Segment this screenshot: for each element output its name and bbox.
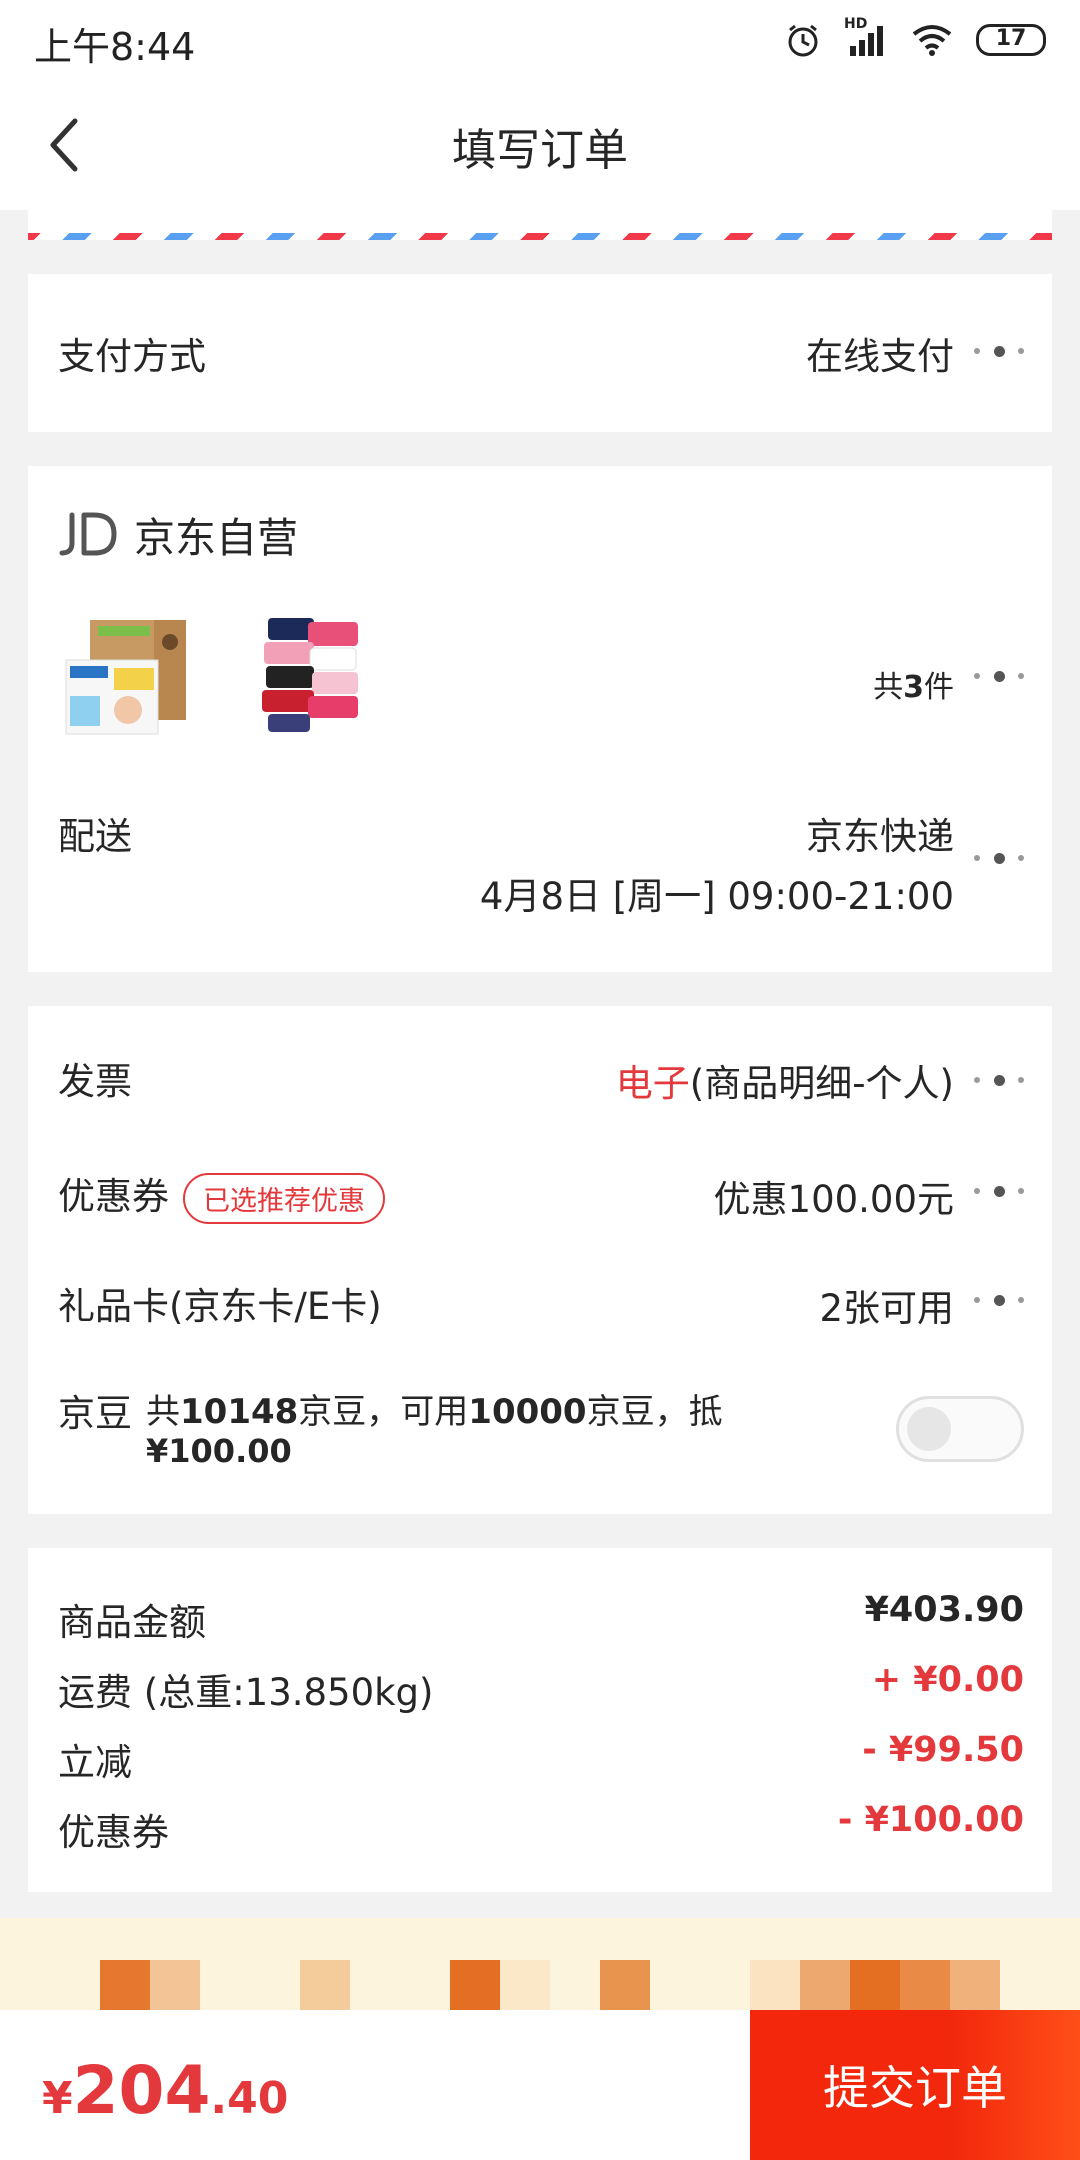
giftcard-label: 礼品卡(京东卡/E卡) bbox=[58, 1285, 382, 1328]
status-time: 上午8:44 bbox=[34, 25, 196, 69]
invoice-row[interactable]: 发票 电子(商品明细-个人) bbox=[28, 1006, 1052, 1116]
total-currency: ¥ bbox=[42, 2073, 73, 2124]
jingdou-usable: 10000 bbox=[468, 1392, 587, 1432]
total-decimal: .40 bbox=[210, 2073, 289, 2124]
more-icon[interactable] bbox=[974, 1184, 1024, 1198]
more-icon[interactable] bbox=[974, 344, 1024, 358]
delivery-time: 4月8日 [周一] 09:00-21:00 bbox=[479, 875, 954, 918]
status-icons: HD 17 bbox=[784, 16, 1046, 62]
alarm-icon bbox=[784, 21, 822, 59]
jd-logo: 京东自营 bbox=[58, 504, 298, 564]
coupon-label-group: 优惠券 已选推荐优惠 bbox=[58, 1166, 385, 1224]
promo-banner[interactable] bbox=[0, 1918, 1080, 2010]
jingdou-text-1: 共 bbox=[146, 1392, 180, 1432]
summary-label: 运费 (总重:13.850kg) bbox=[58, 1671, 434, 1714]
banner-block bbox=[600, 1960, 650, 2010]
banner-block bbox=[850, 1960, 900, 2010]
summary-label: 商品金额 bbox=[58, 1601, 206, 1644]
invoice-detail: (商品明细-个人) bbox=[689, 1062, 954, 1105]
banner-block bbox=[150, 1960, 200, 2010]
item-count: 共3件 bbox=[873, 662, 954, 706]
status-bar: 上午8:44 HD 17 bbox=[0, 0, 1080, 80]
address-stripe bbox=[28, 210, 1052, 240]
banner-block bbox=[450, 1960, 500, 2010]
summary-value: - ¥99.50 bbox=[862, 1730, 1024, 1770]
banner-block bbox=[900, 1960, 950, 2010]
summary-value: - ¥100.00 bbox=[837, 1800, 1024, 1840]
product-thumbnail-diapers[interactable] bbox=[58, 606, 198, 746]
network-label: HD bbox=[844, 16, 868, 32]
banner-block bbox=[800, 1960, 850, 2010]
page-title: 填写订单 bbox=[452, 125, 628, 176]
coupon-row[interactable]: 优惠券 已选推荐优惠 优惠100.00元 bbox=[28, 1116, 1052, 1226]
total-integer: 204 bbox=[72, 2052, 211, 2129]
coupon-value: 优惠100.00元 bbox=[713, 1178, 954, 1221]
summary-value: + ¥0.00 bbox=[871, 1660, 1024, 1700]
payment-value: 在线支付 bbox=[806, 335, 954, 378]
invoice-value: 电子(商品明细-个人) bbox=[616, 1053, 954, 1107]
payment-card[interactable]: 支付方式 在线支付 bbox=[28, 274, 1052, 432]
more-icon[interactable] bbox=[974, 1073, 1024, 1087]
invoice-label: 发票 bbox=[58, 1060, 132, 1103]
banner-block bbox=[750, 1960, 800, 2010]
nav-bar: 填写订单 bbox=[0, 80, 1080, 210]
jingdou-label: 京豆 bbox=[58, 1392, 132, 1435]
more-icon[interactable] bbox=[974, 1293, 1024, 1307]
item-count-prefix: 共 bbox=[873, 670, 904, 705]
delivery-label: 配送 bbox=[58, 815, 132, 858]
bottom-bar: ¥204.40 提交订单 bbox=[0, 2010, 1080, 2160]
giftcard-row[interactable]: 礼品卡(京东卡/E卡) 2张可用 bbox=[28, 1226, 1052, 1336]
payment-label: 支付方式 bbox=[58, 335, 206, 378]
battery-level: 17 bbox=[995, 26, 1027, 51]
summary-card: 商品金额 ¥403.90 运费 (总重:13.850kg) + ¥0.00 立减… bbox=[28, 1548, 1052, 1892]
item-count-number: 3 bbox=[903, 670, 924, 705]
banner-block bbox=[950, 1960, 1000, 2010]
giftcard-value: 2张可用 bbox=[819, 1287, 954, 1330]
order-total: ¥204.40 bbox=[42, 2052, 288, 2129]
envelope-stripe bbox=[28, 233, 1052, 240]
order-page: 上午8:44 HD 17 填写订单 支付方式 在线支付 京东自营 共3件 配送 … bbox=[0, 0, 1080, 2160]
banner-block bbox=[500, 1960, 550, 2010]
jingdou-toggle[interactable] bbox=[896, 1396, 1024, 1462]
jingdou-text-2: 京豆，可用 bbox=[298, 1392, 469, 1432]
shop-name: 京东自营 bbox=[134, 514, 298, 562]
jingdou-total: 10148 bbox=[180, 1392, 299, 1432]
banner-block bbox=[100, 1960, 150, 2010]
jingdou-text-3: 京豆，抵 bbox=[586, 1392, 723, 1432]
jd-logo-icon bbox=[59, 512, 117, 556]
banner-block bbox=[300, 1960, 350, 2010]
invoice-type: 电子 bbox=[615, 1062, 690, 1105]
battery-icon: 17 bbox=[976, 24, 1046, 56]
summary-label: 优惠券 bbox=[58, 1811, 169, 1854]
summary-label: 立减 bbox=[58, 1741, 132, 1784]
shop-card: 京东自营 共3件 配送 京东快递 4月8日 [周一] 09:00-21:00 bbox=[28, 466, 1052, 972]
coupon-label: 优惠券 bbox=[58, 1175, 169, 1218]
product-thumbnail-clothes[interactable] bbox=[238, 606, 378, 746]
wifi-icon bbox=[910, 22, 954, 58]
coupon-recommended-badge: 已选推荐优惠 bbox=[183, 1173, 385, 1224]
item-count-suffix: 件 bbox=[924, 670, 954, 705]
toggle-knob bbox=[907, 1407, 951, 1451]
more-icon[interactable] bbox=[974, 669, 1024, 683]
submit-order-button[interactable]: 提交订单 bbox=[750, 2010, 1080, 2160]
jingdou-deduct: ¥100.00 bbox=[146, 1432, 292, 1470]
options-card: 发票 电子(商品明细-个人) 优惠券 已选推荐优惠 优惠100.00元 礼品卡(京… bbox=[28, 1006, 1052, 1514]
jingdou-row: 京豆 共10148京豆，可用10000京豆，抵 ¥100.00 bbox=[28, 1336, 1052, 1514]
signal-icon: HD bbox=[844, 16, 888, 58]
delivery-carrier: 京东快递 bbox=[806, 815, 954, 858]
summary-value: ¥403.90 bbox=[864, 1590, 1024, 1630]
more-icon[interactable] bbox=[974, 851, 1024, 865]
jingdou-desc: 共10148京豆，可用10000京豆，抵 bbox=[146, 1384, 723, 1433]
